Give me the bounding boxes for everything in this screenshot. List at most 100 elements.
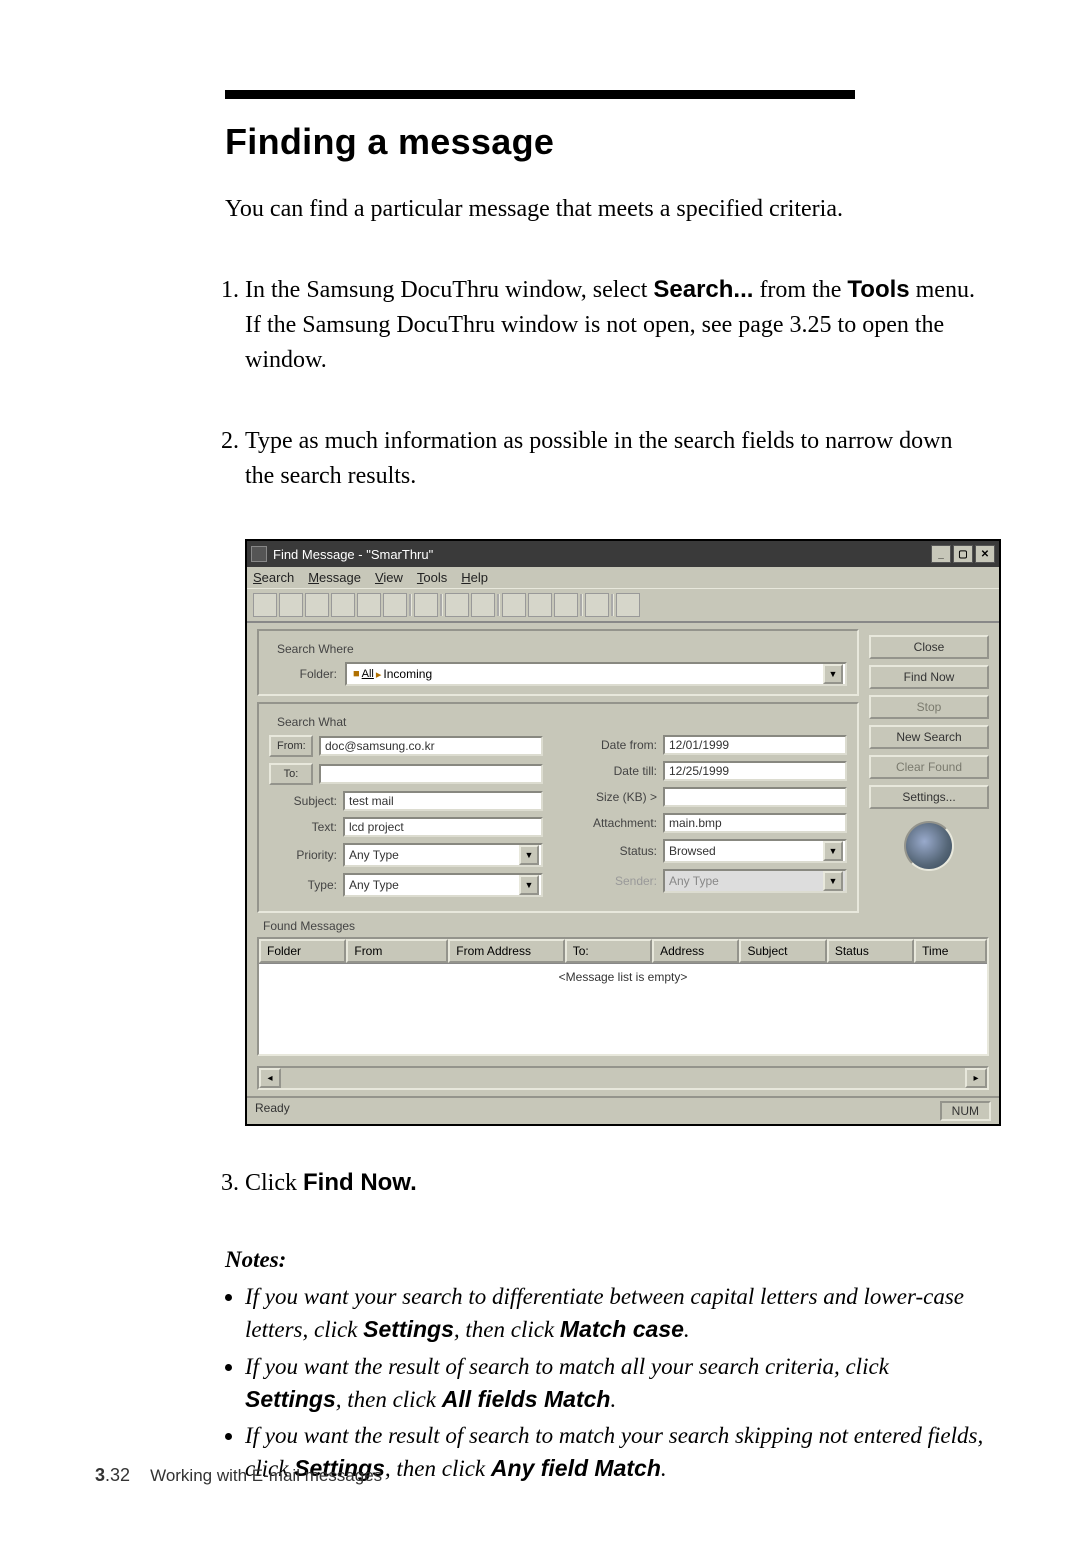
menu-search[interactable]: Search: [253, 570, 294, 585]
menu-message[interactable]: Message: [308, 570, 361, 585]
toolbar-btn-3[interactable]: [305, 593, 329, 617]
step-1-text-c: from the: [753, 277, 847, 303]
step-1-text-a: In the Samsung DocuThru window, select: [245, 277, 653, 303]
subject-input[interactable]: [343, 791, 543, 811]
col-from-address[interactable]: From Address: [448, 939, 564, 963]
folder-dropdown-arrow[interactable]: ▼: [823, 664, 843, 684]
sender-select: Any Type▼: [663, 869, 847, 893]
chevron-down-icon: ▼: [519, 845, 539, 865]
subject-label: Subject:: [269, 794, 337, 808]
priority-label: Priority:: [269, 848, 337, 862]
priority-select[interactable]: Any Type▼: [343, 843, 543, 867]
intro-text: You can find a particular message that m…: [225, 193, 985, 225]
toolbar-btn-11[interactable]: [528, 593, 552, 617]
col-from[interactable]: From: [346, 939, 448, 963]
sender-label: Sender:: [573, 874, 657, 888]
search-what-group: Search What From: To: Subject: Text: Pri…: [257, 702, 859, 913]
toolbar: [247, 588, 999, 623]
toolbar-btn-6[interactable]: [383, 593, 407, 617]
menu-help[interactable]: Help: [461, 570, 488, 585]
note-2: If you want the result of search to matc…: [245, 1351, 985, 1416]
folder-all-text: All: [362, 668, 374, 680]
col-folder[interactable]: Folder: [259, 939, 346, 963]
type-select[interactable]: Any Type▼: [343, 873, 543, 897]
status-label: Status:: [573, 844, 657, 858]
date-till-label: Date till:: [573, 764, 657, 778]
toolbar-sep-1: [409, 594, 412, 616]
status-bar: Ready NUM: [247, 1096, 999, 1124]
step-3: Click Find Now.: [245, 1166, 985, 1201]
toolbar-btn-14[interactable]: [616, 593, 640, 617]
footer-text: Working with E-mail messages: [150, 1466, 382, 1485]
page-footer: 3.32 Working with E-mail messages: [95, 1465, 382, 1486]
toolbar-btn-4[interactable]: [331, 593, 355, 617]
to-input[interactable]: [319, 764, 543, 784]
col-to[interactable]: To:: [565, 939, 652, 963]
col-subject[interactable]: Subject: [739, 939, 826, 963]
text-label: Text:: [269, 820, 337, 834]
found-messages-label: Found Messages: [263, 919, 859, 933]
scroll-left-icon[interactable]: ◂: [259, 1068, 281, 1088]
folder-combo[interactable]: ■ All ▸ Incoming ▼: [345, 662, 847, 686]
all-icon: ■: [353, 668, 360, 680]
title-bar: Find Message - "SmarThru" _ ▢ ✕: [247, 541, 999, 567]
page-number: .32: [105, 1465, 130, 1485]
settings-button[interactable]: Settings...: [869, 785, 989, 809]
scroll-right-icon[interactable]: ▸: [965, 1068, 987, 1088]
from-input[interactable]: [319, 736, 543, 756]
date-till-input[interactable]: [663, 761, 847, 781]
step-3-text-a: Click: [245, 1170, 303, 1196]
heading-rule: [225, 90, 855, 99]
maximize-button[interactable]: ▢: [953, 545, 973, 563]
col-status[interactable]: Status: [827, 939, 914, 963]
toolbar-btn-12[interactable]: [554, 593, 578, 617]
menu-tools[interactable]: Tools: [417, 570, 447, 585]
search-where-label: Search Where: [273, 642, 358, 656]
find-now-button[interactable]: Find Now: [869, 665, 989, 689]
toolbar-btn-1[interactable]: [253, 593, 277, 617]
note-1: If you want your search to differentiate…: [245, 1281, 985, 1346]
size-input[interactable]: [663, 787, 847, 807]
page-heading: Finding a message: [225, 121, 985, 163]
new-search-button[interactable]: New Search: [869, 725, 989, 749]
close-button[interactable]: Close: [869, 635, 989, 659]
attachment-input[interactable]: [663, 813, 847, 833]
toolbar-btn-7[interactable]: [414, 593, 438, 617]
chevron-down-icon: ▼: [823, 841, 843, 861]
stop-button: Stop: [869, 695, 989, 719]
date-from-label: Date from:: [573, 738, 657, 752]
search-where-group: Search Where Folder: ■ All ▸ Incoming ▼: [257, 629, 859, 696]
folder-name: Incoming: [383, 667, 432, 681]
horizontal-scrollbar[interactable]: ◂ ▸: [257, 1066, 989, 1090]
date-from-input[interactable]: [663, 735, 847, 755]
chapter-number: 3: [95, 1465, 105, 1485]
status-num: NUM: [940, 1101, 991, 1121]
toolbar-btn-10[interactable]: [502, 593, 526, 617]
search-what-label: Search What: [273, 715, 350, 729]
toolbar-btn-2[interactable]: [279, 593, 303, 617]
notes-title: Notes:: [225, 1247, 985, 1273]
empty-message: <Message list is empty>: [259, 964, 987, 1054]
toolbar-sep-5: [611, 594, 614, 616]
chevron-down-icon: ▼: [823, 871, 843, 891]
text-input[interactable]: [343, 817, 543, 837]
app-icon: [251, 546, 267, 562]
toolbar-sep-3: [497, 594, 500, 616]
col-address[interactable]: Address: [652, 939, 739, 963]
toolbar-btn-9[interactable]: [471, 593, 495, 617]
col-time[interactable]: Time: [914, 939, 987, 963]
to-button[interactable]: To:: [269, 763, 313, 785]
folder-label: Folder:: [269, 667, 337, 681]
from-button[interactable]: From:: [269, 735, 313, 757]
toolbar-btn-13[interactable]: [585, 593, 609, 617]
toolbar-sep-2: [440, 594, 443, 616]
window-title: Find Message - "SmarThru": [273, 547, 433, 562]
toolbar-btn-8[interactable]: [445, 593, 469, 617]
status-select[interactable]: Browsed▼: [663, 839, 847, 863]
step-1-tools: Tools: [847, 276, 909, 303]
menu-view[interactable]: View: [375, 570, 403, 585]
minimize-button[interactable]: _: [931, 545, 951, 563]
toolbar-btn-5[interactable]: [357, 593, 381, 617]
close-window-button[interactable]: ✕: [975, 545, 995, 563]
folder-tree-icon: ▸: [376, 668, 382, 681]
